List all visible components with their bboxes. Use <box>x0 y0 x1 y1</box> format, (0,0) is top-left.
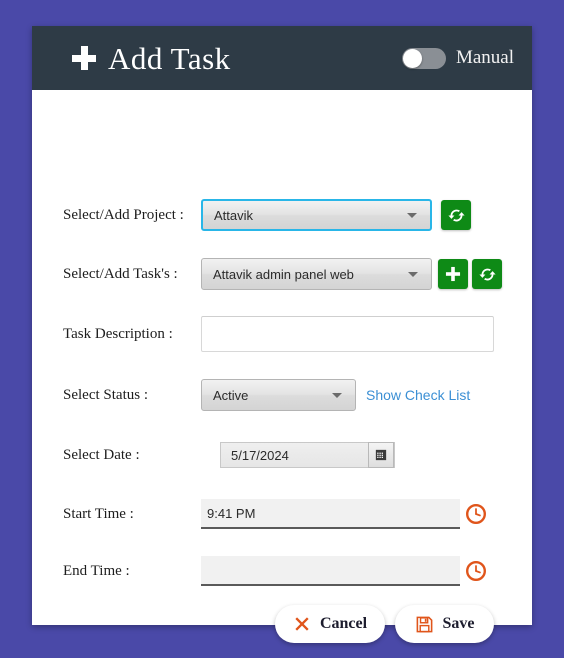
floppy-disk-icon <box>415 615 434 634</box>
start-time-picker-button[interactable] <box>465 503 487 525</box>
row-date: Select Date : 5/17/2024 <box>32 435 532 475</box>
show-check-list-link[interactable]: Show Check List <box>366 387 470 403</box>
task-label: Select/Add Task's : <box>63 265 178 282</box>
status-select-value: Active <box>213 387 249 403</box>
clock-icon <box>466 561 486 581</box>
start-time-input[interactable]: 9:41 PM <box>201 499 460 529</box>
calendar-picker-button[interactable] <box>368 442 394 468</box>
project-select[interactable]: Attavik <box>201 199 432 231</box>
project-label: Select/Add Project : <box>63 206 184 223</box>
row-project: Select/Add Project : Attavik <box>32 195 532 235</box>
row-start-time: Start Time : 9:41 PM <box>32 494 532 534</box>
form-body: Select/Add Project : Attavik Select/Add … <box>32 90 532 643</box>
status-label: Select Status : <box>63 386 148 403</box>
start-time-label: Start Time : <box>63 505 134 522</box>
manual-toggle-group[interactable]: Manual <box>401 47 514 69</box>
chevron-down-icon <box>332 392 342 398</box>
card-header: Add Task Manual <box>32 26 532 90</box>
toggle-knob <box>402 48 422 68</box>
refresh-icon <box>447 209 465 221</box>
date-label: Select Date : <box>63 446 140 463</box>
row-end-time: End Time : <box>32 551 532 591</box>
save-button-label: Save <box>442 615 475 632</box>
end-time-label: End Time : <box>63 562 130 579</box>
chevron-down-icon <box>407 212 417 218</box>
chevron-down-icon <box>408 271 418 277</box>
date-value: 5/17/2024 <box>231 447 289 463</box>
description-input[interactable] <box>201 316 494 352</box>
end-time-picker-button[interactable] <box>465 560 487 582</box>
task-select-value: Attavik admin panel web <box>213 266 354 282</box>
manual-toggle-switch[interactable] <box>401 47 446 69</box>
task-select[interactable]: Attavik admin panel web <box>201 258 432 290</box>
project-select-value: Attavik <box>214 207 254 223</box>
row-task: Select/Add Task's : Attavik admin panel … <box>32 254 532 294</box>
end-time-input[interactable] <box>201 556 460 586</box>
description-label: Task Description : <box>63 325 173 342</box>
add-task-card: Add Task Manual Select/Add Project : Att… <box>32 26 532 643</box>
row-description: Task Description : <box>32 314 532 354</box>
manual-toggle-label: Manual <box>455 47 514 68</box>
close-x-icon <box>293 615 311 633</box>
page-title: Add Task <box>108 40 231 76</box>
clock-icon <box>466 504 486 524</box>
date-input[interactable]: 5/17/2024 <box>220 442 395 468</box>
add-task-button[interactable] <box>438 259 468 289</box>
cancel-button-label: Cancel <box>319 615 368 632</box>
plus-icon <box>445 266 461 282</box>
header-title-group: Add Task <box>72 43 231 74</box>
save-button[interactable]: Save <box>395 605 494 643</box>
refresh-tasks-button[interactable] <box>472 259 502 289</box>
plus-icon <box>72 46 96 70</box>
refresh-icon <box>478 268 496 280</box>
calendar-icon <box>375 449 387 461</box>
row-status: Select Status : Active Show Check List <box>32 375 532 415</box>
cancel-button[interactable]: Cancel <box>275 605 385 643</box>
refresh-projects-button[interactable] <box>441 200 471 230</box>
status-select[interactable]: Active <box>201 379 356 411</box>
